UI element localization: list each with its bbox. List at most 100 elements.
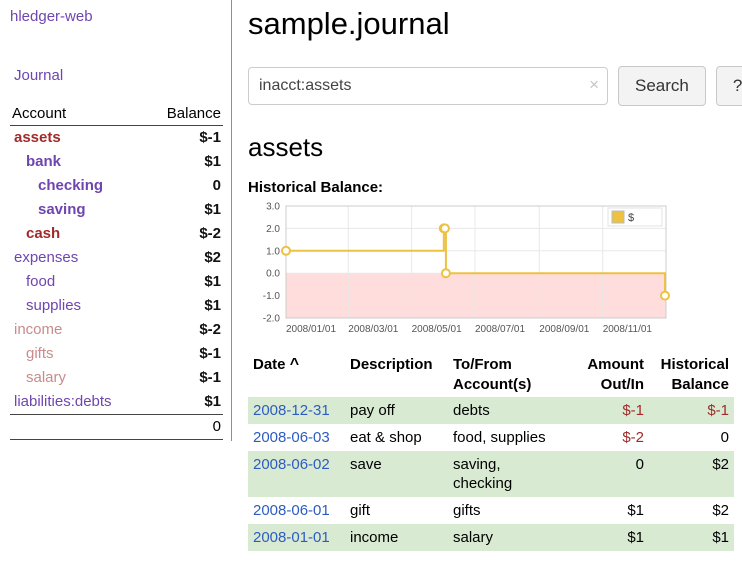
svg-text:3.0: 3.0 <box>266 202 280 213</box>
svg-text:2008/11/01: 2008/11/01 <box>603 324 653 335</box>
account-link[interactable]: income <box>14 321 62 338</box>
accounts-total-row: 0 <box>10 415 223 440</box>
account-row: assets$-1 <box>10 126 223 151</box>
main-content: sample.journal × Search ? assets Histori… <box>232 0 742 551</box>
svg-text:2.0: 2.0 <box>266 224 280 235</box>
accounts-header-row: Account Balance <box>10 102 223 126</box>
account-link[interactable]: liabilities:debts <box>14 393 112 410</box>
account-link[interactable]: gifts <box>26 345 54 362</box>
transaction-date-cell: 2008-06-01 <box>248 497 345 524</box>
transaction-balance: $1 <box>649 524 734 551</box>
app-title-link[interactable]: hledger-web <box>10 8 93 25</box>
transaction-accounts: food, supplies <box>448 424 579 451</box>
legend-swatch <box>612 211 624 223</box>
account-row: supplies$1 <box>10 294 223 318</box>
account-link[interactable]: assets <box>14 129 61 146</box>
account-link[interactable]: expenses <box>14 249 78 266</box>
register-header-balance: Historical Balance <box>649 353 734 397</box>
transaction-date-link[interactable]: 2008-06-02 <box>253 456 330 473</box>
transaction-description: pay off <box>345 397 448 424</box>
register-header-amount: Amount Out/In <box>579 353 649 397</box>
chart-point <box>442 269 450 277</box>
register-header-date[interactable]: Date ^ <box>248 353 345 397</box>
transaction-amount: $-2 <box>579 424 649 451</box>
transaction-balance: 0 <box>649 424 734 451</box>
svg-text:2008/09/01: 2008/09/01 <box>539 324 589 335</box>
accounts-header-account: Account <box>10 102 146 126</box>
account-balance: $-2 <box>146 222 223 246</box>
transaction-date-link[interactable]: 2008-06-03 <box>253 429 330 446</box>
register-row: 2008-12-31pay offdebts$-1$-1 <box>248 397 734 424</box>
account-name-cell: food <box>10 270 146 294</box>
search-button[interactable]: Search <box>618 66 706 106</box>
app-root: hledger-web Journal Account Balance asse… <box>0 0 742 551</box>
search-input[interactable] <box>248 67 608 105</box>
svg-text:2008/03/01: 2008/03/01 <box>348 324 398 335</box>
chart-title: Historical Balance: <box>248 179 742 196</box>
sidebar-item-journal[interactable]: Journal <box>14 67 63 84</box>
register-row: 2008-06-01giftgifts$1$2 <box>248 497 734 524</box>
register-header-date-label: Date <box>253 356 286 373</box>
chart-point <box>661 292 669 300</box>
transaction-accounts: debts <box>448 397 579 424</box>
account-balance: $1 <box>146 390 223 415</box>
transaction-description: income <box>345 524 448 551</box>
account-row: saving$1 <box>10 198 223 222</box>
search-box: × <box>248 67 608 105</box>
transaction-accounts: salary <box>448 524 579 551</box>
legend-label: $ <box>628 212 634 224</box>
balance-chart: 3.02.01.00.0-1.0-2.02008/01/012008/03/01… <box>248 200 742 343</box>
transaction-date-cell: 2008-01-01 <box>248 524 345 551</box>
transaction-date-link[interactable]: 2008-06-01 <box>253 502 330 519</box>
transaction-description: gift <box>345 497 448 524</box>
transaction-date-link[interactable]: 2008-01-01 <box>253 529 330 546</box>
account-link[interactable]: checking <box>38 177 103 194</box>
transaction-description: eat & shop <box>345 424 448 451</box>
help-button[interactable]: ? <box>716 66 742 106</box>
chart-point <box>282 247 290 255</box>
register-row: 2008-01-01incomesalary$1$1 <box>248 524 734 551</box>
account-link[interactable]: food <box>26 273 55 290</box>
account-balance: $1 <box>146 270 223 294</box>
transaction-accounts: saving, checking <box>448 451 579 497</box>
clear-search-icon[interactable]: × <box>589 76 599 93</box>
account-row: food $1 <box>10 270 223 294</box>
account-name-cell: assets <box>10 126 146 151</box>
account-link[interactable]: supplies <box>26 297 81 314</box>
account-balance: $-1 <box>146 366 223 390</box>
account-link[interactable]: bank <box>26 153 61 170</box>
svg-text:-1.0: -1.0 <box>263 291 281 302</box>
transaction-date-link[interactable]: 2008-12-31 <box>253 402 330 419</box>
transaction-balance: $2 <box>649 451 734 497</box>
account-name-cell: checking <box>10 174 146 198</box>
accounts-total-spacer <box>10 415 146 440</box>
account-name-cell: expenses <box>10 246 146 270</box>
account-row: salary $-1 <box>10 366 223 390</box>
account-name-cell: cash <box>10 222 146 246</box>
svg-text:-2.0: -2.0 <box>263 314 281 325</box>
register-row: 2008-06-02savesaving, checking0$2 <box>248 451 734 497</box>
account-name-cell: supplies <box>10 294 146 318</box>
transaction-amount: 0 <box>579 451 649 497</box>
register-header-row: Date ^ Description To/From Account(s) Am… <box>248 353 734 397</box>
account-name-cell: gifts <box>10 342 146 366</box>
account-name-cell: income <box>10 318 146 342</box>
transaction-accounts: gifts <box>448 497 579 524</box>
transaction-amount: $-1 <box>579 397 649 424</box>
account-link[interactable]: saving <box>38 201 86 218</box>
chart-svg: 3.02.01.00.0-1.0-2.02008/01/012008/03/01… <box>248 200 672 340</box>
account-link[interactable]: salary <box>26 369 66 386</box>
transaction-balance: $-1 <box>649 397 734 424</box>
accounts-total-value: 0 <box>146 415 223 440</box>
account-heading: assets <box>248 132 742 163</box>
account-row: liabilities:debts $1 <box>10 390 223 415</box>
svg-text:2008/07/01: 2008/07/01 <box>475 324 525 335</box>
transaction-date-cell: 2008-06-03 <box>248 424 345 451</box>
account-link[interactable]: cash <box>26 225 60 242</box>
account-row: income$-2 <box>10 318 223 342</box>
svg-text:0.0: 0.0 <box>266 269 280 280</box>
register-row: 2008-06-03 eat & shopfood, supplies$-20 <box>248 424 734 451</box>
account-name-cell: liabilities:debts <box>10 390 146 415</box>
transaction-amount: $1 <box>579 497 649 524</box>
account-name-cell: saving <box>10 198 146 222</box>
